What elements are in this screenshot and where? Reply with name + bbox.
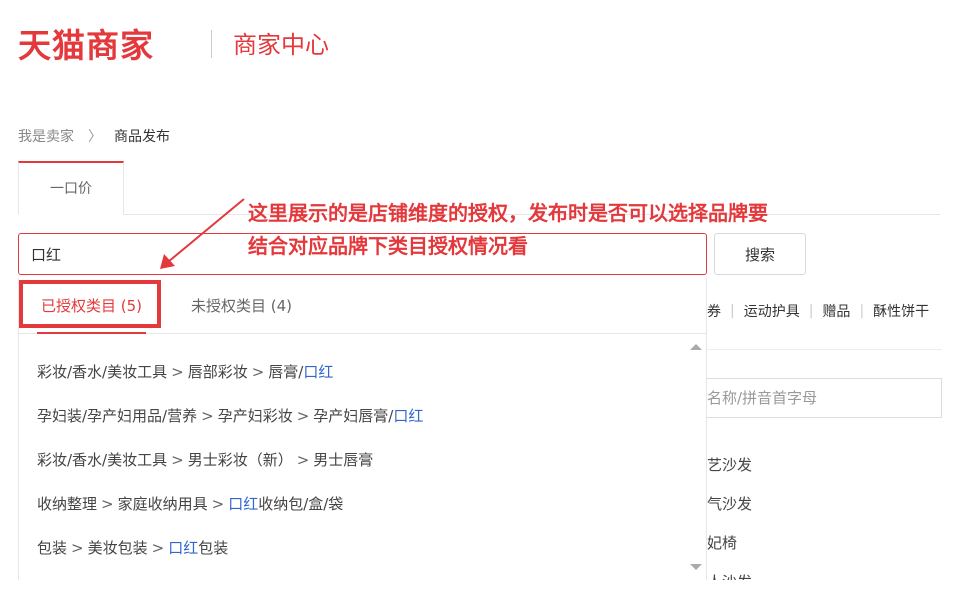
path-separator: > (251, 363, 265, 381)
tab-fixed-price[interactable]: 一口价 (18, 161, 124, 215)
annotation-line-1: 这里展示的是店铺维度的授权，发布时是否可以选择品牌要 (248, 201, 768, 225)
path-level-3: 唇膏/ (268, 363, 304, 381)
path-level-1: 孕妇装/孕产妇用品/营养 (37, 407, 198, 425)
keyword-highlight: 口红 (168, 539, 199, 557)
path-level-3: 男士唇膏 (313, 451, 374, 469)
list-item[interactable]: 孕妇装/孕产妇用品/营养 > 孕产妇彩妆 > 孕产妇唇膏/口红 (19, 394, 687, 438)
list-item[interactable]: 妃椅 (707, 524, 942, 563)
category-tabs: 已授权类目 (5) 未授权类目 (4) (19, 278, 706, 334)
list-item[interactable]: 彩妆/香水/美妆工具 > 唇部彩妆 > 唇膏/口红 (19, 350, 687, 394)
path-separator: > (171, 451, 184, 469)
right-divider (707, 349, 942, 350)
brand-filter-input[interactable]: 名称/拼音首字母 (707, 378, 942, 418)
path-separator: > (201, 407, 214, 425)
tab-unauthorized-categories[interactable]: 未授权类目 (4) (191, 292, 292, 320)
path-separator: > (211, 495, 225, 513)
logo-divider (211, 30, 212, 58)
search-suggestion-dropdown: 已授权类目 (5) 未授权类目 (4) 彩妆/香水/美妆工具 > 唇部彩妆 > 唇膏/口… (18, 278, 707, 580)
merchant-center-title: 商家中心 (233, 31, 329, 59)
path-level-1: 包装 (37, 539, 68, 557)
path-level-2: 美妆包装 (87, 539, 148, 557)
path-level-1: 收纳整理 (37, 495, 98, 513)
path-separator: > (151, 539, 165, 557)
breadcrumb-seller-link[interactable]: 我是卖家 (18, 127, 74, 147)
path-separator: > (296, 451, 310, 469)
right-category-3[interactable]: 赠品 (822, 301, 850, 321)
category-separator: | (730, 303, 735, 319)
list-item[interactable]: 气沙发 (707, 485, 942, 524)
breadcrumb-current: 商品发布 (114, 129, 170, 145)
scroll-up-icon[interactable] (690, 344, 702, 350)
path-level-3: 孕产妇唇膏/ (313, 407, 394, 425)
right-category-1[interactable]: 券 (707, 301, 721, 321)
annotation-line-2: 结合对应品牌下类目授权情况看 (248, 234, 528, 258)
tab-authorized-categories[interactable]: 已授权类目 (5) (36, 292, 147, 334)
list-item[interactable]: 人沙发 (707, 563, 942, 580)
path-separator: > (171, 363, 184, 381)
path-level-2: 家庭收纳用具 (117, 495, 208, 513)
path-level-1: 彩妆/香水/美妆工具 (37, 451, 168, 469)
path-tail: 收纳包/盒/袋 (258, 495, 344, 513)
path-separator: > (101, 495, 114, 513)
category-separator: | (808, 303, 814, 319)
list-item[interactable]: 收纳整理 > 家庭收纳用具 > 口红收纳包/盒/袋 (19, 482, 687, 526)
annotation-note: 这里展示的是店铺维度的授权，发布时是否可以选择品牌要 结合对应品牌下类目授权情况… (248, 197, 768, 263)
keyword-highlight: 口红 (393, 407, 424, 425)
path-level-2: 男士彩妆（新） (187, 451, 293, 469)
dropdown-scrollbar[interactable] (686, 334, 706, 580)
tmall-merchant-logo: 天猫商家 (18, 26, 154, 65)
right-result-list: 艺沙发 气沙发 妃椅 人沙发 (707, 446, 942, 580)
category-separator: | (859, 303, 865, 319)
path-level-2: 唇部彩妆 (187, 363, 248, 381)
path-separator: > (71, 539, 84, 557)
category-result-list: 彩妆/香水/美妆工具 > 唇部彩妆 > 唇膏/口红 孕妇装/孕产妇用品/营养 > 孕产妇彩妆… (19, 350, 687, 570)
list-item[interactable]: 包装 > 美妆包装 > 口红包装 (19, 526, 687, 570)
right-category-strip: 券 | 运动护具 | 赠品 | 酥性饼干 (707, 297, 942, 325)
scroll-down-icon[interactable] (690, 564, 702, 570)
list-item[interactable]: 彩妆/香水/美妆工具 > 男士彩妆（新） > 男士唇膏 (19, 438, 687, 482)
path-level-1: 彩妆/香水/美妆工具 (37, 363, 168, 381)
path-tail: 包装 (198, 539, 229, 557)
path-separator: > (296, 407, 310, 425)
path-level-2: 孕产妇彩妆 (217, 407, 293, 425)
chevron-right-icon: 〉 (88, 129, 102, 145)
breadcrumb: 我是卖家 〉 商品发布 (18, 127, 170, 147)
keyword-highlight: 口红 (228, 495, 259, 513)
keyword-highlight: 口红 (303, 363, 334, 381)
list-item[interactable]: 艺沙发 (707, 446, 942, 485)
right-category-4[interactable]: 酥性饼干 (873, 301, 929, 321)
right-category-2[interactable]: 运动护具 (744, 301, 800, 321)
